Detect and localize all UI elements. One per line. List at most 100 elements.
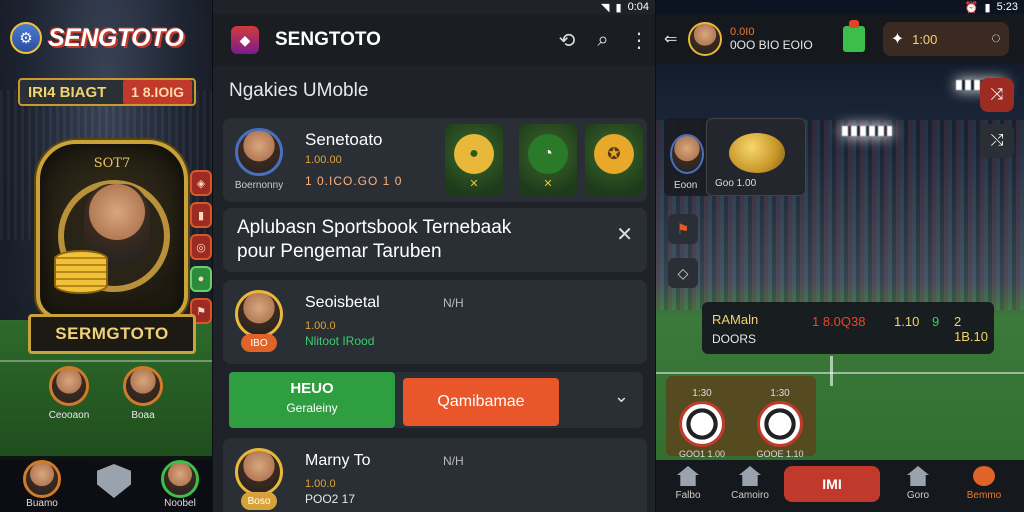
nav-label: Falbo [675, 490, 701, 501]
featured-card[interactable]: Boernonny Senetoato 1.00.00 1 0.ICO.GO 1… [223, 118, 647, 202]
brand-logo[interactable]: ⚙ SENGTOTO [10, 22, 184, 54]
more-menu-icon[interactable]: ⋮ [621, 28, 655, 53]
avatar[interactable] [688, 22, 722, 56]
mini-player[interactable]: Boaa [118, 366, 168, 421]
mini-player-caption: Boaa [131, 410, 155, 421]
green-button[interactable]: HEUO Geraleiny [229, 372, 395, 428]
score-right: 1 8.IOIG [123, 80, 192, 104]
shuffle-icon[interactable]: ⤭ [980, 124, 1014, 158]
header-line2: 0OO BIO EOIO [730, 38, 813, 52]
settings-icon[interactable]: ◌ [991, 30, 1001, 48]
row-name: Marny To [305, 452, 371, 469]
app-logo-icon[interactable]: ◆ [231, 26, 259, 54]
app-title: SENGTOTO [275, 29, 381, 50]
trophy-icon: ✪ [594, 134, 634, 174]
row-line2: Nlitoot IRood [305, 334, 375, 348]
close-icon[interactable]: ✕ [616, 222, 633, 247]
search-icon[interactable]: ⌕ [585, 29, 621, 52]
nav-item-buamo[interactable]: Buamo [12, 460, 72, 509]
ticket-icon[interactable]: ▮ [190, 202, 212, 228]
chevron-down-icon[interactable]: ⌄ [614, 386, 629, 407]
home-icon [677, 466, 699, 486]
section-title: Ngakies UMoble [229, 80, 369, 101]
bookmark-icon[interactable]: ◇ [668, 258, 698, 288]
game-tile[interactable]: ◔ ✕ [519, 124, 577, 196]
odds-value: 9 [932, 314, 940, 329]
player-shield: SOT7 [36, 140, 188, 320]
soccer-ball-icon [757, 401, 803, 447]
nav-item-noobel[interactable]: Noobel [150, 460, 210, 509]
match-card[interactable]: Eoon Goo 1.00 [664, 118, 806, 196]
orange-button[interactable]: Qamibamae [403, 378, 559, 426]
row-line1: 1.00.0 [305, 478, 336, 490]
row-tag: N/H [443, 296, 464, 310]
game-tile[interactable]: ✪ [585, 124, 643, 196]
shield-icon [97, 464, 131, 498]
tile-caption: ✕ [543, 178, 553, 190]
nav-item-bemmo[interactable]: Bemmo [956, 466, 1012, 501]
game-tile[interactable]: ● ✕ [445, 124, 503, 196]
avatar-caption: Boernonny [234, 180, 284, 191]
list-item[interactable]: IBO Seoisbetal N/H 1.00.0 Nlitoot IRood [223, 280, 647, 364]
promo-banner[interactable]: Aplubasn Sportsbook Ternebaak pour Penge… [223, 208, 647, 272]
ball-tile[interactable]: 1:30 GOO1 1.00 [672, 388, 732, 459]
score-left: IRI4 BIAGT [28, 83, 107, 101]
refresh-search-icon[interactable]: ⟲ [549, 28, 585, 53]
calendar-icon [739, 466, 761, 486]
scoreboard[interactable]: RAMaln DOORS 1 8.0Q38 1.10 9 2 1B.10 [702, 302, 994, 354]
shield-small-icon[interactable]: ◈ [190, 170, 212, 196]
promo-line2: pour Pengemar Taruben [237, 241, 442, 262]
avatar [670, 134, 704, 174]
avatar [235, 128, 283, 176]
card-name: Senetoato [305, 130, 383, 149]
nav-item-goro[interactable]: Goro [890, 466, 946, 501]
action-bar: HEUO Geraleiny Qamibamae ⌄ [229, 372, 643, 428]
ball-icon[interactable]: ● [190, 266, 212, 292]
house-icon [907, 466, 929, 486]
nav-item-active[interactable]: IMI [784, 466, 880, 502]
field-line [656, 372, 1024, 374]
nav-item-shield[interactable] [84, 460, 144, 498]
odds-value: 2 1B.10 [954, 314, 988, 344]
swap-icon[interactable]: ⤨ [980, 78, 1014, 112]
nav-item-falbo[interactable]: Falbo [660, 466, 716, 501]
ball-number: 1:30 [770, 388, 790, 399]
star-icon: ✦ [890, 31, 905, 48]
mini-player[interactable]: Ceooaon [44, 366, 94, 421]
odds-value: 1.10 [894, 314, 920, 329]
avatar [23, 460, 61, 498]
avatar [161, 460, 199, 498]
header-info: 0.0I0 0OO BIO EOIO [730, 26, 813, 52]
list-item[interactable]: Boso Marny To N/H 1.00.0 POO2 17 [223, 438, 647, 512]
field-line [830, 356, 833, 386]
odds-value: 1 8.0Q38 [812, 314, 866, 329]
nav-item-camoiro[interactable]: Camoiro [722, 466, 778, 501]
ball-tile[interactable]: 1:30 GOOE 1.10 [750, 388, 810, 459]
tile-caption: ✕ [469, 178, 479, 190]
nav-label: Buamo [26, 498, 58, 509]
coin-icon [729, 133, 785, 173]
nav-label: Goro [906, 490, 930, 501]
row-name: Seoisbetal [305, 294, 380, 311]
soccer-ball-icon [679, 401, 725, 447]
avatar [123, 366, 163, 406]
gift-icon[interactable] [842, 20, 865, 52]
app-root: ⚙ SENGTOTO IRI4 BIAGT 1 8.IOIG SOT7 ◈ ▮ … [0, 0, 1024, 512]
bottom-nav: Falbo Camoiro IMI Goro Bemmo [656, 460, 1024, 512]
coin-caption: Goo 1.00 [715, 178, 757, 189]
coin-tile[interactable]: Goo 1.00 [706, 118, 806, 196]
green-button-label: HEUO [290, 380, 334, 397]
back-icon[interactable]: ⇐ [664, 29, 688, 49]
left-bottom-nav: Buamo Noobel [0, 456, 212, 512]
avatar [49, 366, 89, 406]
flag-icon[interactable]: ⚑ [668, 214, 698, 244]
wallet[interactable]: ✦ 1:00 ◌ [882, 22, 1009, 56]
wallet-amount: 1:00 [912, 31, 938, 47]
ball-number: 1:30 [692, 388, 712, 399]
score-strip[interactable]: IRI4 BIAGT 1 8.IOIG [18, 78, 196, 106]
ball-caption: GOOE 1.10 [756, 449, 804, 459]
logo-text: SENGTOTO [48, 23, 184, 52]
card-odds: 1 0.ICO.GO 1 0 [305, 174, 403, 188]
signal-icon: ▮ [615, 1, 622, 14]
target-icon[interactable]: ◎ [190, 234, 212, 260]
